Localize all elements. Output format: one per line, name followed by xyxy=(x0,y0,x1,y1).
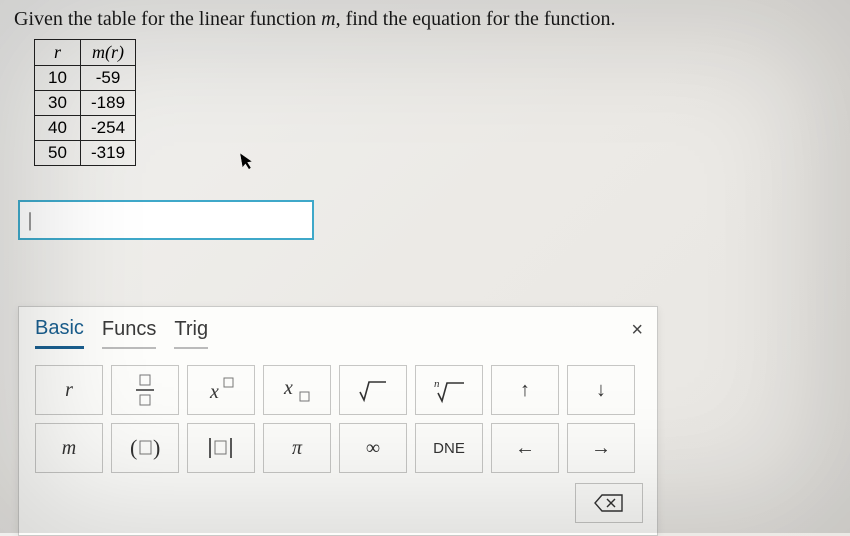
parens-icon: ( ) xyxy=(128,435,162,461)
key-dne[interactable]: DNE xyxy=(415,423,483,473)
power-icon: x xyxy=(204,376,238,404)
table-row: 30 -189 xyxy=(35,91,136,116)
tab-funcs[interactable]: Funcs xyxy=(102,318,156,349)
mouse-cursor-icon xyxy=(240,151,258,176)
key-infinity[interactable]: ∞ xyxy=(339,423,407,473)
question-prompt: Given the table for the linear function … xyxy=(0,0,850,37)
table-row: 10 -59 xyxy=(35,66,136,91)
key-right[interactable]: → xyxy=(567,423,635,473)
sqrt-icon xyxy=(358,378,388,402)
key-parens[interactable]: ( ) xyxy=(111,423,179,473)
table-header-r: r xyxy=(35,40,81,66)
tab-basic[interactable]: Basic xyxy=(35,317,84,349)
arrow-up-icon: ↑ xyxy=(520,379,530,402)
key-abs[interactable] xyxy=(187,423,255,473)
key-left[interactable]: ← xyxy=(491,423,559,473)
svg-text:x: x xyxy=(209,381,219,403)
key-r[interactable]: r xyxy=(35,365,103,415)
table-header-m: m(r) xyxy=(81,40,136,66)
prompt-fn: m xyxy=(321,8,335,30)
svg-text:x: x xyxy=(283,377,293,399)
keypad-grid: r x x n xyxy=(19,349,657,483)
key-down[interactable]: ↓ xyxy=(567,365,635,415)
key-sqrt[interactable] xyxy=(339,365,407,415)
tab-trig[interactable]: Trig xyxy=(174,318,208,349)
key-up[interactable]: ↑ xyxy=(491,365,559,415)
key-backspace[interactable] xyxy=(575,483,643,523)
svg-text:(: ( xyxy=(130,435,137,460)
input-caret: | xyxy=(28,209,32,232)
key-power[interactable]: x xyxy=(187,365,255,415)
nthroot-icon: n xyxy=(432,377,466,403)
prompt-prefix: Given the table for the linear function xyxy=(14,8,321,30)
prompt-suffix: , find the equation for the function. xyxy=(336,8,616,30)
keypad-tabs: Basic Funcs Trig × xyxy=(19,307,657,349)
key-nthroot[interactable]: n xyxy=(415,365,483,415)
key-pi[interactable]: π xyxy=(263,423,331,473)
answer-input[interactable]: | xyxy=(18,200,314,240)
arrow-down-icon: ↓ xyxy=(596,379,606,402)
function-table: r m(r) 10 -59 30 -189 40 -254 50 -319 xyxy=(34,39,136,166)
svg-text:): ) xyxy=(153,435,160,460)
abs-icon xyxy=(206,435,236,461)
table-row: 40 -254 xyxy=(35,116,136,141)
arrow-right-icon: → xyxy=(591,437,611,460)
key-subscript[interactable]: x xyxy=(263,365,331,415)
table-row: 50 -319 xyxy=(35,141,136,166)
key-m[interactable]: m xyxy=(35,423,103,473)
close-keypad-button[interactable]: × xyxy=(631,319,643,342)
backspace-icon xyxy=(594,493,624,513)
svg-text:n: n xyxy=(434,378,440,390)
math-keypad: Basic Funcs Trig × r x x xyxy=(18,306,658,536)
fraction-icon xyxy=(134,373,156,407)
subscript-icon: x xyxy=(280,376,314,404)
key-fraction[interactable] xyxy=(111,365,179,415)
arrow-left-icon: ← xyxy=(515,437,535,460)
